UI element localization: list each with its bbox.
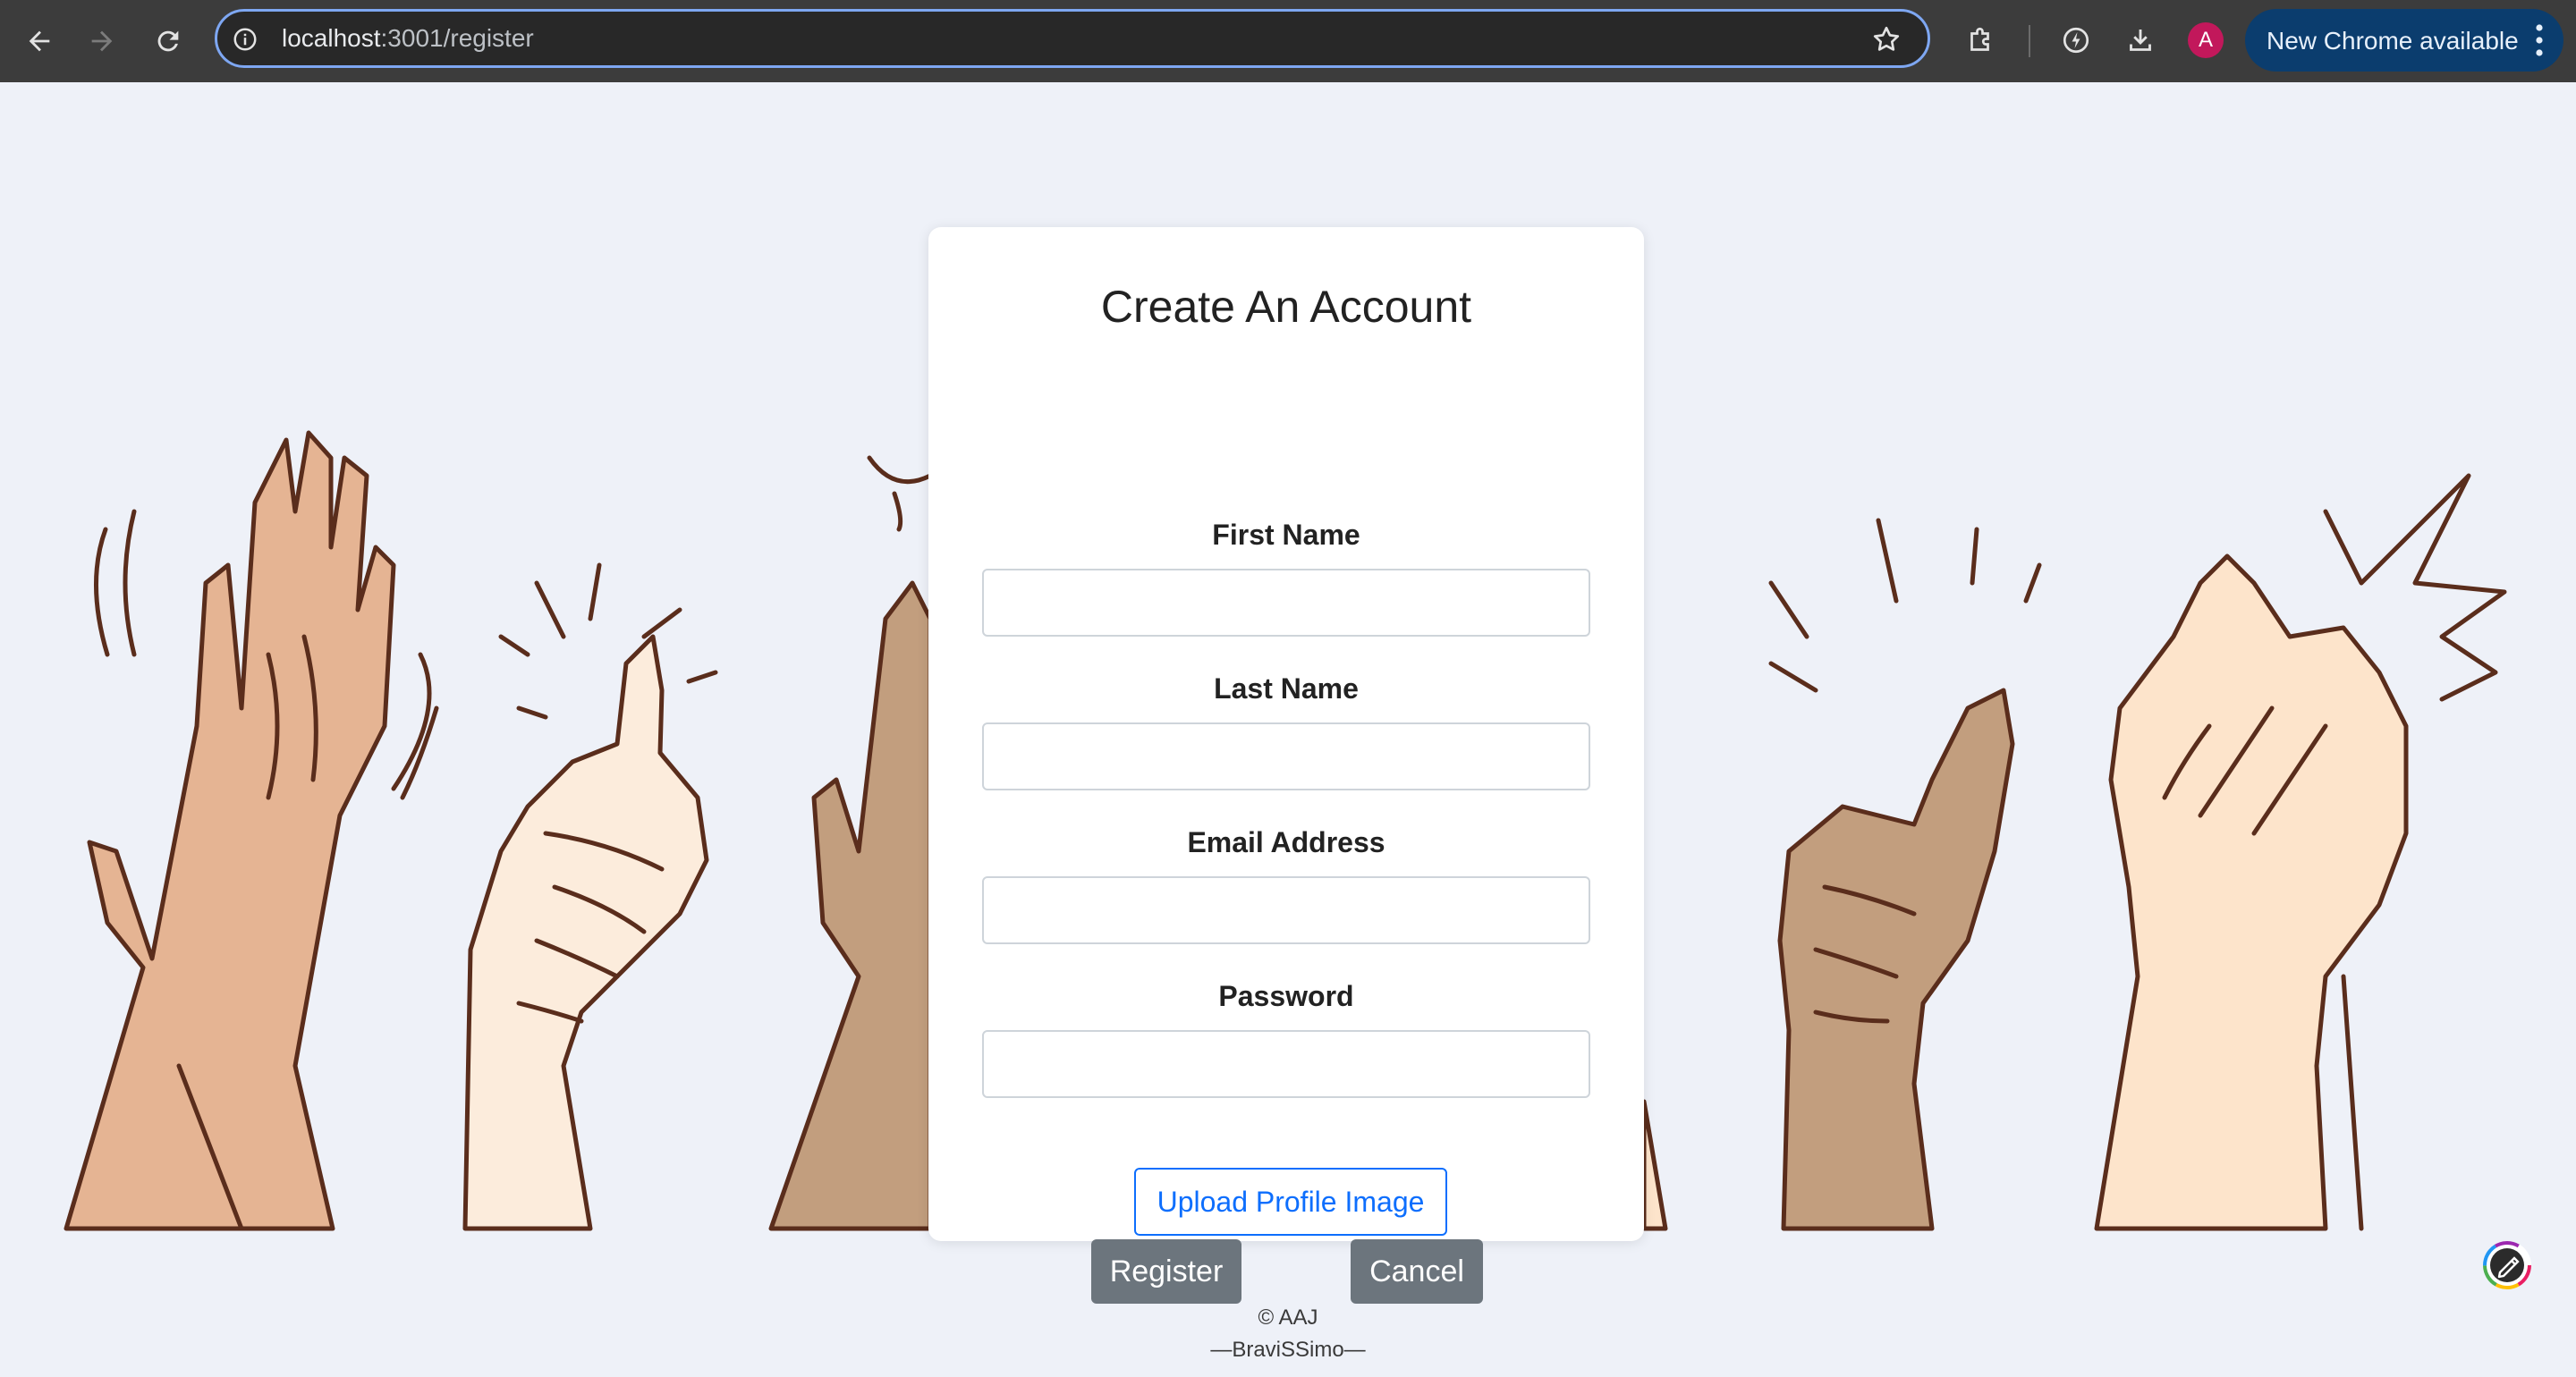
email-address-label: Email Address: [1187, 826, 1385, 858]
last-name-label: Last Name: [1214, 672, 1359, 705]
site-info-icon[interactable]: [232, 26, 258, 53]
thumbs-up-hand-light: [462, 634, 709, 1231]
download-icon[interactable]: [2122, 21, 2159, 59]
register-card: Create An Account First Name Last Name E…: [928, 227, 1644, 1304]
footer-tagline: —BraviSSimo—: [1210, 1338, 1366, 1362]
back-arrow-icon[interactable]: [18, 20, 61, 63]
register-button[interactable]: Register: [1091, 1239, 1241, 1304]
profile-avatar[interactable]: A: [2188, 22, 2224, 58]
browser-toolbar: localhost:3001/register A New Chrome ava…: [0, 0, 2576, 82]
url-text[interactable]: localhost:3001/register: [282, 24, 534, 53]
performance-icon[interactable]: [2057, 21, 2095, 59]
clapping-hands-left: [64, 430, 396, 1231]
forward-arrow-icon[interactable]: [80, 20, 123, 63]
color-picker-icon[interactable]: [2481, 1239, 2533, 1291]
first-name-label: First Name: [1212, 519, 1360, 551]
url-host: localhost: [282, 24, 381, 52]
url-path: :3001/register: [380, 24, 534, 52]
first-name-input[interactable]: [982, 569, 1590, 637]
last-name-input[interactable]: [982, 722, 1590, 790]
new-chrome-available-button[interactable]: New Chrome available: [2245, 9, 2563, 72]
page-title: Create An Account: [1100, 282, 1472, 332]
address-bar[interactable]: localhost:3001/register: [215, 9, 1930, 68]
clapping-hands-right: [2094, 553, 2409, 1231]
upload-profile-image-button[interactable]: Upload Profile Image: [1134, 1168, 1447, 1236]
password-label: Password: [1218, 980, 1354, 1012]
cancel-button[interactable]: Cancel: [1351, 1239, 1483, 1304]
reload-icon[interactable]: [147, 20, 190, 63]
thumbs-up-hand-medium: [1777, 688, 2015, 1231]
extensions-puzzle-icon[interactable]: [1962, 21, 2000, 59]
hand-sliver-right-of-card: [1641, 1099, 1668, 1231]
footer-copyright: © AAJ: [1258, 1305, 1318, 1330]
more-vert-icon[interactable]: [2535, 23, 2544, 57]
toolbar-divider: [2029, 25, 2030, 57]
update-label: New Chrome available: [2267, 27, 2519, 55]
register-page: Create An Account First Name Last Name E…: [0, 82, 2576, 1377]
password-input[interactable]: [982, 1030, 1590, 1098]
email-address-input[interactable]: [982, 876, 1590, 944]
raised-hand-medium: [768, 580, 933, 1231]
bookmark-star-icon[interactable]: [1870, 23, 1902, 55]
